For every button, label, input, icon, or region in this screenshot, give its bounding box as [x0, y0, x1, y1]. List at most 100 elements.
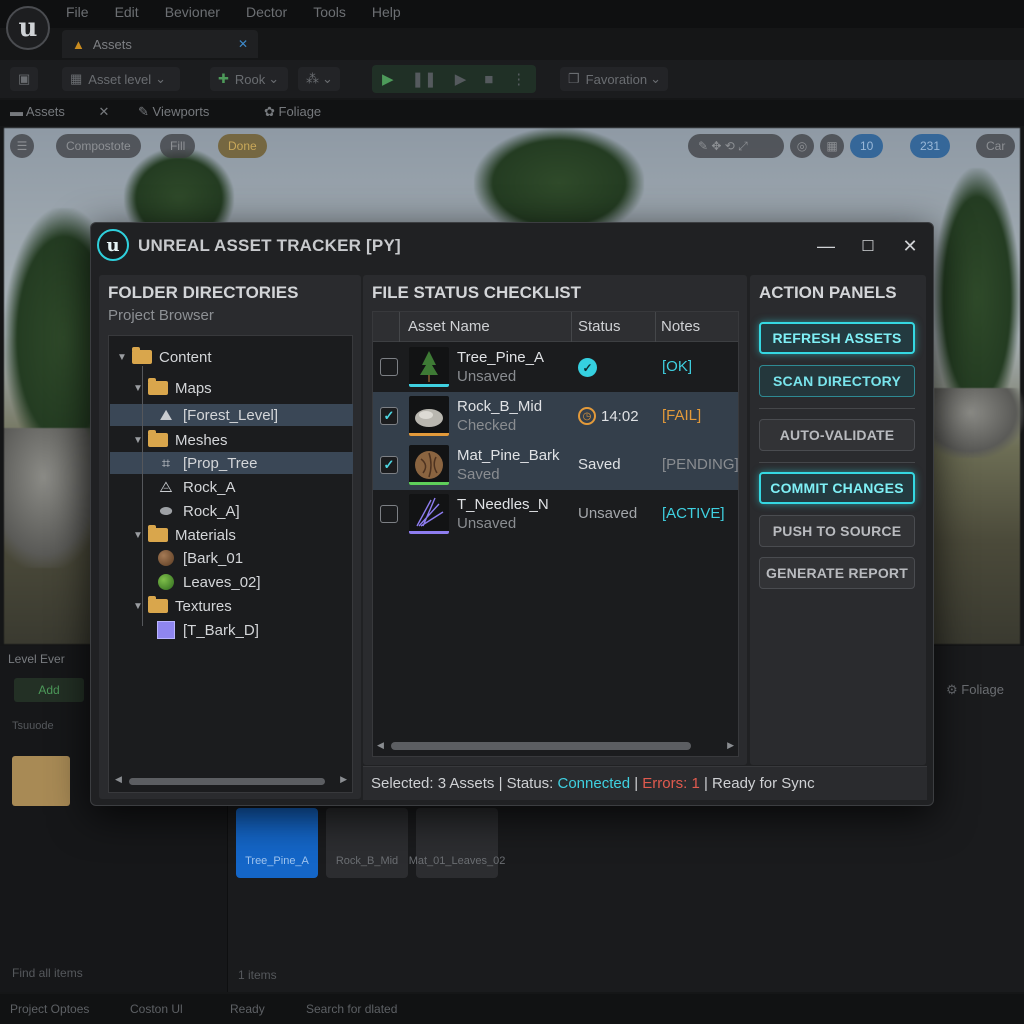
- row-checkbox[interactable]: [380, 358, 398, 376]
- tree-node-label: Materials: [175, 526, 236, 544]
- doc-tab-assets[interactable]: ▲ Assets ✕: [62, 30, 258, 58]
- close-button[interactable]: ✕: [897, 233, 923, 259]
- more-icon[interactable]: ⋮: [511, 70, 526, 88]
- close-icon[interactable]: ✕: [99, 104, 110, 119]
- generate-report-button[interactable]: GENERATE REPORT: [759, 557, 915, 589]
- checklist-panel-title: FILE STATUS CHECKLIST: [372, 283, 582, 302]
- row-checkbox[interactable]: ✓: [380, 456, 398, 474]
- grid-icon[interactable]: ▦: [820, 134, 844, 158]
- row-checkbox[interactable]: ✓: [380, 407, 398, 425]
- tree-horizontal-scrollbar[interactable]: ◀ ▶: [115, 774, 347, 786]
- camera-speed-pill[interactable]: Car: [976, 134, 1016, 158]
- tree-node-textures[interactable]: ▼ Textures: [133, 595, 232, 617]
- favoration-label: Favoration: [585, 71, 648, 87]
- level-editor-label: Level Ever: [8, 652, 65, 666]
- table-row[interactable]: ✓ Mat_Pine_Bark Saved Saved [PENDING]: [373, 441, 739, 490]
- gear-icon: ⚙: [946, 682, 962, 697]
- menu-help[interactable]: Help: [372, 4, 401, 20]
- tree-node-content[interactable]: ▼ Content: [117, 346, 212, 368]
- table-row[interactable]: Tree_Pine_A Unsaved ✓ [OK]: [373, 343, 738, 392]
- stop-icon[interactable]: ■: [484, 71, 493, 88]
- rook-dropdown[interactable]: ✚ Rook ⌄: [210, 67, 288, 91]
- table-row[interactable]: ✓ Rock_B_Mid Checked ◷ 14:02 [FAIL]: [373, 392, 738, 441]
- viewport-pill-done[interactable]: Done: [218, 134, 267, 158]
- tree-node-t-bark-d[interactable]: [T_Bark_D]: [155, 619, 259, 641]
- tree-node-maps[interactable]: ▼ Maps: [133, 377, 212, 399]
- rotation-snap-value[interactable]: 231: [910, 134, 951, 158]
- scroll-right-icon[interactable]: ▶: [727, 740, 734, 751]
- tree-node-meshes[interactable]: ▼ Meshes: [133, 429, 228, 451]
- find-all-items-label: Find all items: [12, 966, 83, 980]
- tree-node-rock-a-2[interactable]: ⬬ Rock_A]: [155, 500, 240, 522]
- project-options[interactable]: Project Optoes: [10, 1002, 89, 1016]
- add-button[interactable]: Add: [14, 678, 84, 702]
- statusbar-search[interactable]: Search for dlated: [306, 1002, 397, 1016]
- tree-node-forest-level[interactable]: ⛰ [Forest_Level]: [155, 404, 278, 426]
- menu-tools[interactable]: Tools: [313, 4, 346, 20]
- scroll-left-icon[interactable]: ◀: [115, 774, 122, 785]
- row-checkbox[interactable]: [380, 505, 398, 523]
- folder-icon[interactable]: [12, 756, 70, 806]
- snap-icon[interactable]: ◎: [790, 134, 814, 158]
- select-icon[interactable]: ✎ ✥ ⟲ ⤢: [698, 139, 748, 154]
- menu-bevioner[interactable]: Bevioner: [165, 4, 220, 20]
- viewport-pill-compostote[interactable]: Compostote: [56, 134, 141, 158]
- chevron-down-icon[interactable]: ▼: [133, 530, 147, 541]
- tree-node-leaves-02[interactable]: Leaves_02]: [155, 571, 261, 593]
- chevron-down-icon[interactable]: ▼: [133, 601, 147, 612]
- grid-snap-value[interactable]: 10: [850, 134, 884, 158]
- tab-assets[interactable]: ▬ Assets ✕: [10, 104, 109, 120]
- minimize-button[interactable]: —: [813, 233, 839, 259]
- scrollbar-thumb[interactable]: [391, 742, 691, 750]
- asset-level-dropdown[interactable]: ▦ Asset level ⌄: [62, 67, 180, 91]
- tab-viewports[interactable]: ✎ Viewports: [138, 104, 209, 120]
- column-header-asset-name[interactable]: Asset Name: [408, 318, 490, 335]
- tree-node-prop-tree[interactable]: ⌗ [Prop_Tree: [155, 452, 258, 474]
- hamburger-icon[interactable]: ☰: [10, 134, 34, 158]
- column-header-status[interactable]: Status: [578, 318, 621, 335]
- scrollbar-thumb[interactable]: [129, 778, 325, 785]
- close-tab-icon[interactable]: ✕: [238, 37, 248, 51]
- window-titlebar[interactable]: u UNREAL ASSET TRACKER [PY] — ☐ ✕: [91, 223, 933, 269]
- menu-file[interactable]: File: [66, 4, 89, 20]
- tree-node-label: [Bark_01: [183, 549, 244, 567]
- tab-viewports-label: Viewports: [152, 104, 210, 119]
- favoration-dropdown[interactable]: ❐ Favoration ⌄: [560, 67, 668, 91]
- chevron-down-icon[interactable]: ▼: [133, 435, 147, 446]
- folder-panel-subtitle: Project Browser: [108, 307, 214, 324]
- scroll-left-icon[interactable]: ◀: [377, 740, 384, 751]
- menu-edit[interactable]: Edit: [115, 4, 139, 20]
- scan-directory-button[interactable]: SCAN DIRECTORY: [759, 365, 915, 397]
- table-row[interactable]: T_Needles_N Unsaved Unsaved [ACTIVE]: [373, 490, 738, 539]
- scroll-right-icon[interactable]: ▶: [340, 774, 347, 785]
- tab-foliage[interactable]: ✿ Foliage: [264, 104, 321, 120]
- chevron-down-icon[interactable]: ▼: [117, 352, 131, 363]
- table-horizontal-scrollbar[interactable]: ◀ ▶: [377, 740, 734, 752]
- play-icon[interactable]: ▶: [382, 70, 394, 88]
- foliage-tab[interactable]: ⚙ Foliage: [946, 682, 1004, 698]
- auto-validate-button[interactable]: AUTO-VALIDATE: [759, 419, 915, 451]
- commit-changes-button[interactable]: COMMIT CHANGES: [759, 472, 915, 504]
- menu-dector[interactable]: Dector: [246, 4, 287, 20]
- column-header-notes[interactable]: Notes: [661, 318, 700, 335]
- tree-node-bark-01[interactable]: [Bark_01: [155, 547, 243, 569]
- refresh-assets-button[interactable]: REFRESH ASSETS: [759, 322, 915, 354]
- tree-node-rock-a[interactable]: ⨺ Rock_A: [155, 476, 235, 498]
- action-panel-title: ACTION PANELS: [759, 283, 897, 302]
- blueprint-dropdown[interactable]: ⁂ ⌄: [298, 67, 340, 91]
- tree-node-materials[interactable]: ▼ Materials: [133, 524, 236, 546]
- pause-icon[interactable]: ❚❚: [412, 70, 437, 88]
- viewport-pill-fill[interactable]: Fill: [160, 134, 196, 158]
- save-icon[interactable]: ▣: [10, 67, 39, 91]
- asset-thumb-material[interactable]: Mat_01_Leaves_02: [409, 808, 505, 878]
- maximize-button[interactable]: ☐: [855, 233, 881, 259]
- step-icon[interactable]: ▶: [455, 70, 467, 88]
- push-to-source-button[interactable]: PUSH TO SOURCE: [759, 515, 915, 547]
- custom-ui[interactable]: Coston Ul: [130, 1002, 183, 1016]
- asset-thumb-rock[interactable]: Rock_B_Mid: [326, 808, 408, 878]
- asset-thumb-tree[interactable]: Tree_Pine_A: [236, 808, 318, 878]
- folder-tree[interactable]: ▼ Content ▼ Maps ⛰ [Forest_Level] ▼ Mesh…: [108, 335, 353, 793]
- transform-tools[interactable]: ✎ ✥ ⟲ ⤢: [688, 134, 784, 158]
- map-folder-icon: [147, 378, 169, 397]
- chevron-down-icon[interactable]: ▼: [133, 383, 147, 394]
